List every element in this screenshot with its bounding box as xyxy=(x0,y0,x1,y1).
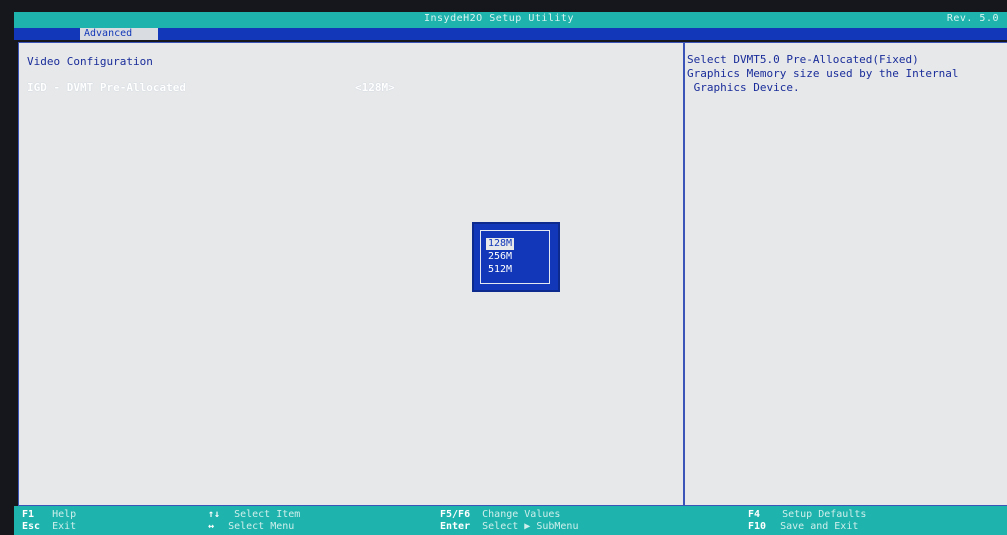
hint-help: F1 Help xyxy=(22,509,76,521)
key-f1: F1 xyxy=(22,509,35,520)
desc-save-exit: Save and Exit xyxy=(780,521,859,532)
setting-value[interactable]: <128M> xyxy=(355,81,395,94)
desc-setup-defaults: Setup Defaults xyxy=(782,509,867,520)
desc-help: Help xyxy=(52,509,77,520)
hint-select-item: ↑↓ Select Item xyxy=(208,509,300,521)
hint-submenu: Enter Select ▶ SubMenu xyxy=(440,521,578,533)
help-text: Select DVMT5.0 Pre-Allocated(Fixed) Grap… xyxy=(687,53,959,94)
key-f4: F4 xyxy=(748,509,761,520)
key-help-bar: F1 Help Esc Exit ↑↓ Select Item ↔ Select… xyxy=(14,506,1007,535)
hint-change-values: F5/F6 Change Values xyxy=(440,509,560,521)
title-bar: InsydeH2O Setup Utility Rev. 5.0 xyxy=(14,12,1007,28)
value-popup: 128M 256M 512M xyxy=(472,222,560,292)
tab-strip: Advanced xyxy=(14,28,1007,40)
hint-exit: Esc Exit xyxy=(22,521,76,533)
hint-setup-defaults: F4 Setup Defaults xyxy=(748,509,866,521)
hint-select-menu: ↔ Select Menu xyxy=(208,521,294,533)
setting-label: IGD - DVMT Pre-Allocated xyxy=(27,81,186,94)
popup-option-list: 128M 256M 512M xyxy=(480,230,550,284)
section-title: Video Configuration xyxy=(27,55,153,68)
hint-save-exit: F10 Save and Exit xyxy=(748,521,858,533)
key-f5-f6: F5/F6 xyxy=(440,509,471,520)
key-esc: Esc xyxy=(22,521,41,532)
key-enter: Enter xyxy=(440,521,471,532)
popup-option-128m[interactable]: 128M xyxy=(486,238,515,250)
popup-option-256m[interactable]: 256M xyxy=(488,251,512,263)
app-title: InsydeH2O Setup Utility xyxy=(424,13,574,24)
key-up-down: ↑↓ xyxy=(208,509,221,520)
revision-label: Rev. 5.0 xyxy=(946,13,999,24)
desc-exit: Exit xyxy=(52,521,77,532)
key-f10: F10 xyxy=(748,521,767,532)
key-left-right: ↔ xyxy=(208,521,215,532)
setting-row-igd-dvmt[interactable]: IGD - DVMT Pre-Allocated <128M> xyxy=(23,79,663,97)
desc-select-item: Select Item xyxy=(234,509,301,520)
desc-select-menu: Select Menu xyxy=(228,521,295,532)
desc-submenu: Select ▶ SubMenu xyxy=(482,521,579,532)
popup-option-512m[interactable]: 512M xyxy=(488,264,512,276)
desc-change-values: Change Values xyxy=(482,509,561,520)
panel-divider xyxy=(683,43,685,505)
tab-advanced[interactable]: Advanced xyxy=(80,28,158,40)
